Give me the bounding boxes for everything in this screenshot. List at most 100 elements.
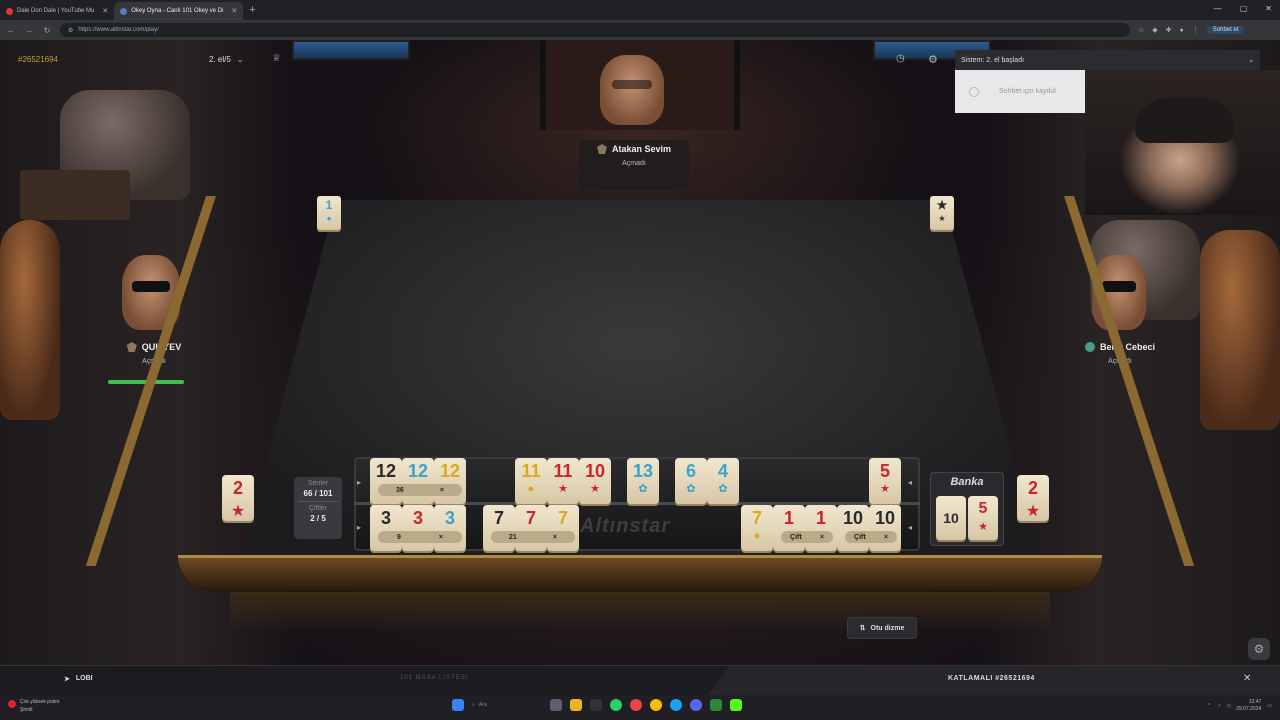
dot-icon: ● <box>753 530 761 542</box>
rack-tile[interactable]: 6 ✿ <box>675 458 707 504</box>
rack-tile[interactable]: 10 <box>869 505 901 551</box>
rack-tile[interactable]: 3 <box>402 505 434 551</box>
windows-start-icon[interactable] <box>452 699 464 711</box>
tile-number: 7 <box>557 508 568 528</box>
rack-tile[interactable]: 12 <box>370 458 402 504</box>
close-icon[interactable]: ✕ <box>1243 673 1251 684</box>
new-tab-icon[interactable]: + <box>249 4 255 16</box>
volume-icon[interactable]: ◁ <box>1226 703 1230 709</box>
rack-tile[interactable]: 5 ★ <box>869 458 901 504</box>
auto-sort-button[interactable]: ⇅ Otu dizme <box>847 617 917 639</box>
brave-icon[interactable] <box>630 699 642 711</box>
minimize-icon[interactable]: — <box>1214 4 1222 13</box>
remove-group-icon[interactable]: × <box>820 534 824 541</box>
taskbar-search[interactable]: ⌕ Ara <box>472 702 542 708</box>
task-view-icon[interactable] <box>550 699 562 711</box>
table-list-button[interactable]: 101 MASA LISTESI <box>400 675 468 681</box>
rack-tile[interactable]: 7 <box>547 505 579 551</box>
pair-label: Çift × <box>781 531 833 543</box>
extension-area: ☆ ◆ ✚ ● ⋮ Sohbet et <box>1138 26 1245 34</box>
system-message: Sistem: 2. el başladı <box>961 56 1025 64</box>
emoji-icon[interactable] <box>969 86 979 97</box>
chevron-up-icon[interactable]: ⌃ <box>1207 703 1211 709</box>
rack-tile[interactable]: 3 <box>434 505 466 551</box>
notification-icon[interactable]: ▭ <box>1267 703 1272 709</box>
puzzle-icon[interactable]: ✚ <box>1166 26 1172 34</box>
rack-arrow-icon[interactable]: ▸ <box>357 478 361 487</box>
wifi-icon[interactable]: ◔ <box>1217 703 1220 709</box>
round-selector[interactable]: 2. el/5 ⌄ <box>209 55 244 64</box>
chrome-icon[interactable] <box>650 699 662 711</box>
system-tray: ⌃ ◔ ◁ 12:47 29.07.2024 ▭ <box>1207 699 1272 713</box>
bank-tile[interactable]: 10 <box>936 496 966 540</box>
rack-tile[interactable]: 4 ✿ <box>707 458 739 504</box>
close-tab-icon[interactable]: ✕ <box>231 7 237 15</box>
rack-tile[interactable]: 11 ● <box>515 458 547 504</box>
remove-group-icon[interactable]: × <box>884 534 888 541</box>
edge-icon[interactable] <box>670 699 682 711</box>
clock[interactable]: 12:47 29.07.2024 <box>1236 699 1261 713</box>
discard-tile-right[interactable]: 2 ★ <box>1017 475 1049 521</box>
gear-icon[interactable]: ⚙ <box>928 53 938 66</box>
rack-tile[interactable]: 12 <box>434 458 466 504</box>
maximize-icon[interactable]: ▢ <box>1240 4 1248 13</box>
forward-icon[interactable]: → <box>22 26 36 35</box>
app-icon[interactable] <box>710 699 722 711</box>
bank-tile[interactable]: 5 ★ <box>968 496 998 540</box>
close-window-icon[interactable]: ✕ <box>1265 4 1272 13</box>
app-icon[interactable] <box>590 699 602 711</box>
close-tab-icon[interactable]: ✕ <box>102 7 108 15</box>
rack-tile[interactable]: 7 ● <box>741 505 773 551</box>
star-icon: ★ <box>938 214 946 223</box>
weather-widget[interactable]: Çok yüksek polen Şimdi <box>8 698 59 714</box>
site-info-icon[interactable]: ⚙ <box>68 27 73 34</box>
rack-tile[interactable]: 10 ★ <box>579 458 611 504</box>
reload-icon[interactable]: ↻ <box>40 26 54 35</box>
trophy-icon[interactable]: ♕ <box>272 53 281 64</box>
rack-arrow-icon[interactable]: ▸ <box>357 523 361 532</box>
settings-bubble-icon[interactable]: ⚙ <box>1248 638 1270 660</box>
remove-group-icon[interactable]: × <box>439 534 443 541</box>
whatsapp-icon[interactable] <box>610 699 622 711</box>
timer-icon[interactable]: ◷ <box>896 53 905 64</box>
rack-arrow-icon[interactable]: ◂ <box>908 478 912 487</box>
tile-number: 6 <box>685 461 696 481</box>
rack-tile[interactable]: 12 <box>402 458 434 504</box>
remove-group-icon[interactable]: × <box>440 487 444 494</box>
rack-tile[interactable]: 10 <box>837 505 869 551</box>
lobby-button[interactable]: ➤ LOBI <box>64 675 93 683</box>
chat-header[interactable]: Sistem: 2. el başladı ⌄ <box>955 50 1260 70</box>
tile-number: 7 <box>751 508 762 528</box>
menu-icon[interactable]: ⋮ <box>1192 26 1199 34</box>
remove-group-icon[interactable]: × <box>553 534 557 541</box>
browser-tab-youtube[interactable]: Dale Don Dale | YouTube Mu ✕ <box>0 2 114 20</box>
discord-icon[interactable] <box>690 699 702 711</box>
rack-tile[interactable]: 7 <box>483 505 515 551</box>
extension-icon[interactable]: ◆ <box>1152 26 1157 34</box>
rack-tile[interactable]: 3 <box>370 505 402 551</box>
profile-icon[interactable]: ● <box>1180 27 1184 34</box>
file-explorer-icon[interactable] <box>570 699 582 711</box>
bank-title: Banka <box>950 476 984 488</box>
kick-icon[interactable] <box>730 699 742 711</box>
rack-tile[interactable]: 11 ★ <box>547 458 579 504</box>
rack-tile[interactable]: 13 ✿ <box>627 458 659 504</box>
cabin-seat <box>1200 230 1280 430</box>
chevron-down-icon[interactable]: ⌄ <box>1248 56 1254 64</box>
tile-number: ★ <box>936 198 948 212</box>
rack-tile[interactable]: 1 <box>805 505 837 551</box>
chat-extension-button[interactable]: Sohbet et <box>1206 26 1245 34</box>
game-bottom-bar: ➤ LOBI 101 MASA LISTESI KATLAMALI #26521… <box>0 665 1280 696</box>
back-icon[interactable]: ← <box>4 26 18 35</box>
bookmark-icon[interactable]: ☆ <box>1138 26 1144 34</box>
browser-tab-okey[interactable]: Okey Oyna - Canlı 101 Okey ve Di ✕ <box>114 2 244 20</box>
tile-number: 10 <box>584 461 606 481</box>
chat-input[interactable]: Sohbet için kaydol <box>999 88 1056 95</box>
discard-tile-left[interactable]: 2 ★ <box>222 475 254 521</box>
address-bar[interactable]: ⚙ https://www.altinstar.com/play/ <box>60 23 1130 37</box>
rack-tile[interactable]: 1 <box>773 505 805 551</box>
rack-arrow-icon[interactable]: ◂ <box>908 523 912 532</box>
rank-icon <box>126 342 137 352</box>
tile-number: 3 <box>412 508 423 528</box>
rack-tile[interactable]: 7 <box>515 505 547 551</box>
